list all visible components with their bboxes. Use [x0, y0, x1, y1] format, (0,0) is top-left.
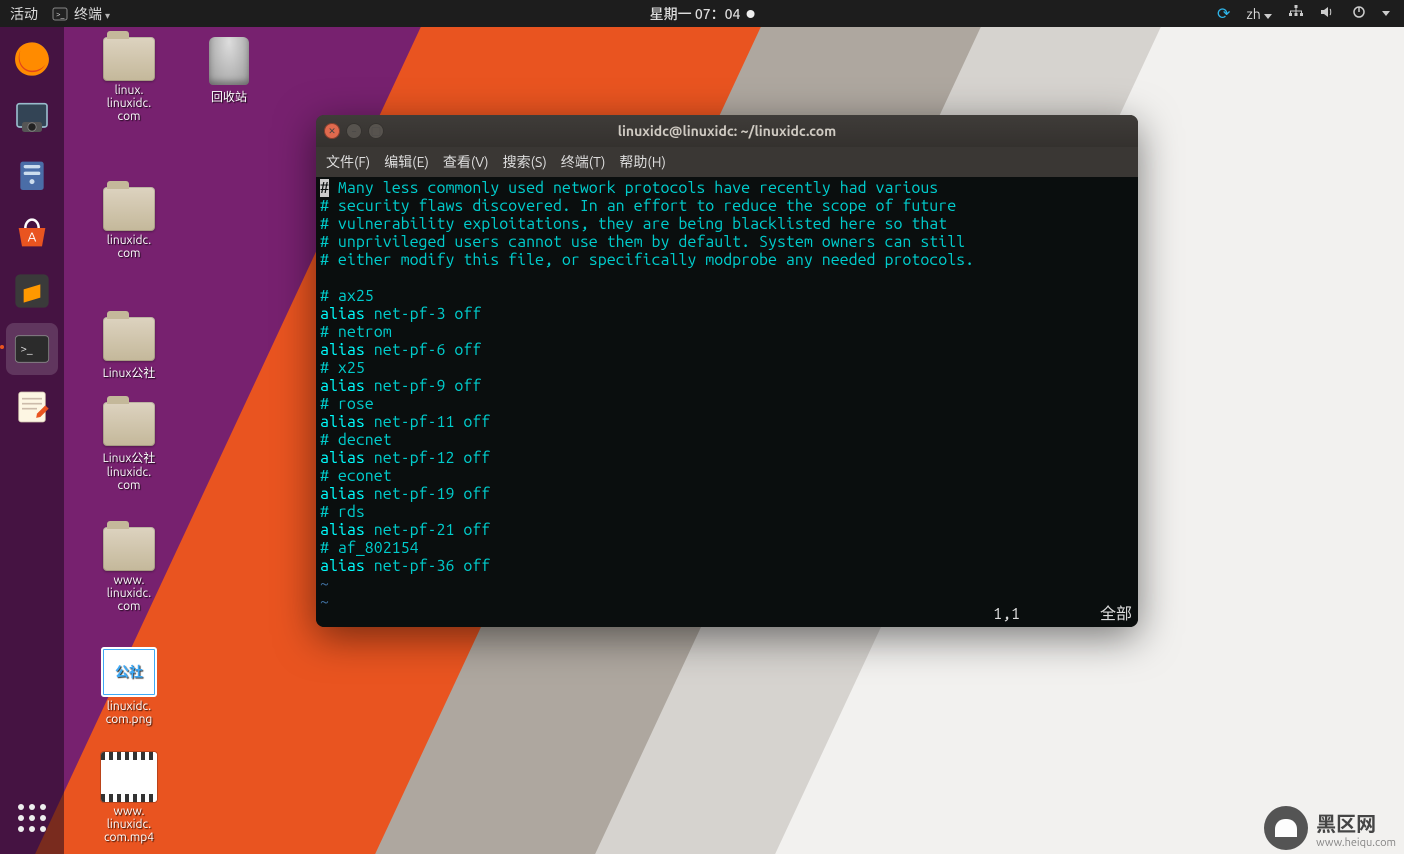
desktop-folder-2[interactable]: linuxidc. com	[84, 187, 174, 260]
window-maximize-button[interactable]: ▢	[368, 123, 384, 139]
app-menu[interactable]: >_ 终端	[52, 4, 110, 24]
terminal-window: ✕ − ▢ linuxidc@linuxidc: ~/linuxidc.com …	[316, 115, 1138, 627]
desktop-trash[interactable]: 回收站	[184, 37, 274, 105]
desktop-label: linux. linuxidc. com	[107, 84, 151, 123]
term-line: # econet	[320, 467, 1134, 485]
terminal-app-icon: >_	[12, 329, 52, 369]
livepatch-icon[interactable]: ⟳	[1217, 4, 1230, 23]
image-thumb-icon: 公社	[101, 647, 157, 697]
power-icon[interactable]	[1352, 5, 1366, 22]
clock[interactable]: 星期一 07：04	[650, 4, 755, 24]
files-icon	[12, 155, 52, 195]
terminal-body[interactable]: # Many less commonly used network protoc…	[316, 177, 1138, 627]
window-minimize-button[interactable]: −	[346, 123, 362, 139]
term-line: # ax25	[320, 287, 1134, 305]
desktop-folder-3[interactable]: Linux公社	[84, 317, 174, 381]
desktop-label: linuxidc. com	[107, 234, 151, 260]
svg-text:>_: >_	[56, 10, 65, 19]
vim-cursor-pos: 1,1	[993, 605, 1020, 623]
ime-indicator[interactable]: zh	[1246, 6, 1272, 22]
activities-button[interactable]: 活动	[10, 4, 38, 24]
term-line: alias net-pf-11 off	[320, 413, 1134, 431]
svg-text:A: A	[28, 229, 37, 244]
desktop-label: linuxidc. com.png	[106, 700, 153, 726]
dock-files[interactable]	[6, 149, 58, 201]
desktop-label: 回收站	[211, 88, 247, 105]
desktop-video-mp4[interactable]: www. linuxidc. com.mp4	[84, 752, 174, 844]
clock-label: 星期一 07：04	[650, 4, 741, 24]
top-panel: 活动 >_ 终端 星期一 07：04 ⟳ zh	[0, 0, 1404, 27]
menu-terminal[interactable]: 终端(T)	[561, 152, 606, 172]
watermark-icon	[1264, 806, 1308, 850]
dock: A >_	[0, 27, 64, 854]
firefox-icon	[12, 39, 52, 79]
term-line: # decnet	[320, 431, 1134, 449]
record-indicator-icon	[746, 10, 754, 18]
sublime-icon	[12, 271, 52, 311]
titlebar[interactable]: ✕ − ▢ linuxidc@linuxidc: ~/linuxidc.com	[316, 115, 1138, 147]
menu-view[interactable]: 查看(V)	[443, 152, 489, 172]
svg-text:>_: >_	[20, 342, 33, 355]
terminal-icon: >_	[52, 6, 68, 22]
app-menu-label: 终端	[74, 4, 110, 24]
term-line: # security flaws discovered. In an effor…	[320, 197, 1134, 215]
term-line: # netrom	[320, 323, 1134, 341]
notepad-icon	[12, 387, 52, 427]
term-line	[320, 269, 1134, 287]
volume-icon[interactable]	[1320, 5, 1336, 22]
menubar: 文件(F) 编辑(E) 查看(V) 搜索(S) 终端(T) 帮助(H)	[316, 147, 1138, 177]
dock-terminal[interactable]: >_	[6, 323, 58, 375]
term-line: alias net-pf-9 off	[320, 377, 1134, 395]
watermark-subtitle: www.heiqu.com	[1316, 837, 1396, 849]
term-line: # af_802154	[320, 539, 1134, 557]
show-applications-button[interactable]	[6, 792, 58, 844]
term-line: alias net-pf-19 off	[320, 485, 1134, 503]
dock-text-editor[interactable]	[6, 381, 58, 433]
dock-sublime[interactable]	[6, 265, 58, 317]
vim-statusline: 1,1 全部	[316, 605, 1138, 623]
desktop-label: Linux公社	[103, 364, 156, 381]
desktop-folder-4[interactable]: Linux公社 linuxidc. com	[84, 402, 174, 492]
term-line: # unprivileged users cannot use them by …	[320, 233, 1134, 251]
desktop-label: www. linuxidc. com.mp4	[104, 805, 154, 844]
system-menu-chevron-icon[interactable]	[1382, 11, 1390, 16]
desktop-label: www. linuxidc. com	[107, 574, 151, 613]
term-line: alias net-pf-6 off	[320, 341, 1134, 359]
desktop-image-png[interactable]: 公社 linuxidc. com.png	[84, 647, 174, 726]
term-line: alias net-pf-12 off	[320, 449, 1134, 467]
network-icon[interactable]	[1288, 5, 1304, 22]
term-line: # vulnerability exploitations, they are …	[320, 215, 1134, 233]
screenshot-icon	[12, 97, 52, 137]
software-icon: A	[12, 213, 52, 253]
term-line: # either modify this file, or specifical…	[320, 251, 1134, 269]
watermark: 黑区网 www.heiqu.com	[1264, 806, 1396, 850]
dock-screenshot[interactable]	[6, 91, 58, 143]
window-title: linuxidc@linuxidc: ~/linuxidc.com	[618, 123, 836, 139]
term-line: alias net-pf-36 off	[320, 557, 1134, 575]
vim-scroll-percent: 全部	[1100, 605, 1132, 623]
desktop-folder-5[interactable]: www. linuxidc. com	[84, 527, 174, 613]
term-line: # x25	[320, 359, 1134, 377]
term-line: ~	[320, 575, 1134, 593]
term-line: # rds	[320, 503, 1134, 521]
video-thumb-icon	[101, 752, 157, 802]
menu-file[interactable]: 文件(F)	[326, 152, 370, 172]
term-line: alias net-pf-21 off	[320, 521, 1134, 539]
dock-firefox[interactable]	[6, 33, 58, 85]
term-line: # Many less commonly used network protoc…	[320, 179, 1134, 197]
desktop-label: Linux公社 linuxidc. com	[103, 449, 156, 492]
term-line: # rose	[320, 395, 1134, 413]
trash-icon	[209, 37, 249, 85]
window-close-button[interactable]: ✕	[324, 123, 340, 139]
menu-edit[interactable]: 编辑(E)	[384, 152, 429, 172]
watermark-title: 黑区网	[1316, 812, 1376, 835]
dock-software[interactable]: A	[6, 207, 58, 259]
menu-help[interactable]: 帮助(H)	[619, 152, 666, 172]
desktop-folder-1[interactable]: linux. linuxidc. com	[84, 37, 174, 123]
menu-search[interactable]: 搜索(S)	[503, 152, 547, 172]
term-line: alias net-pf-3 off	[320, 305, 1134, 323]
